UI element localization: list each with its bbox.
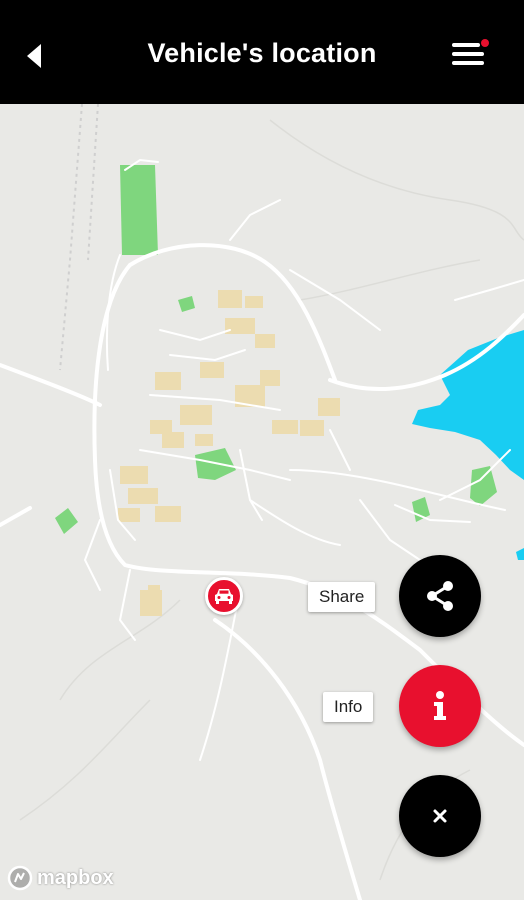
vehicle-marker[interactable] [205,577,243,615]
info-button[interactable] [399,665,481,747]
close-icon [433,809,447,823]
share-label: Share [308,582,376,612]
share-icon [427,581,453,611]
top-bar: Vehicle's location [0,0,524,104]
info-icon [434,691,446,720]
info-label: Info [323,692,374,722]
mapbox-logo-icon [7,865,33,891]
mapbox-attribution[interactable]: mapbox [7,865,114,891]
notification-dot [481,39,489,47]
share-button[interactable] [399,555,481,637]
menu-button[interactable] [446,34,492,74]
close-button[interactable] [399,775,481,857]
mapbox-wordmark: mapbox [37,866,114,889]
car-icon [215,589,233,604]
menu-icon [452,43,480,47]
